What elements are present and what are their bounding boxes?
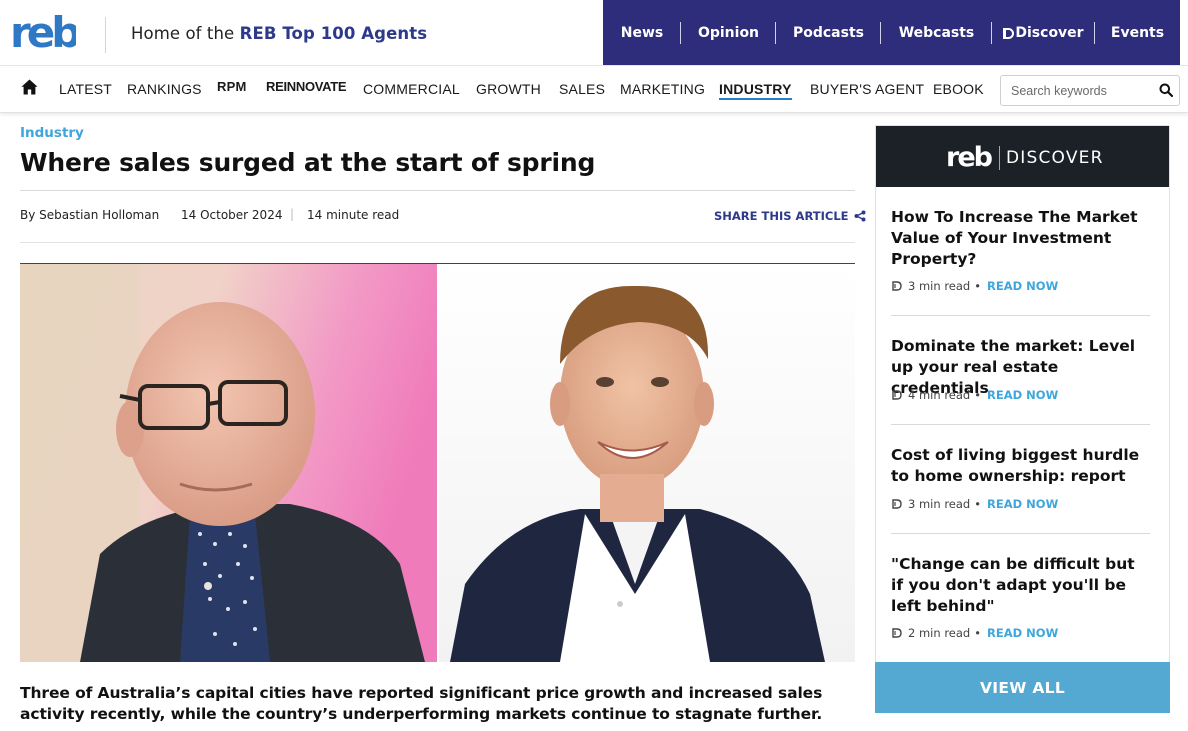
discover-d-icon <box>892 628 902 638</box>
top-nav: News Opinion Podcasts Webcasts Discover … <box>603 0 1180 65</box>
nav-sales[interactable]: SALES <box>559 81 605 97</box>
nav-commercial[interactable]: COMMERCIAL <box>363 81 460 97</box>
article-read-time: 14 minute read <box>307 208 400 222</box>
portrait-right <box>438 264 855 662</box>
article-date: 14 October 2024 <box>181 208 283 222</box>
article-hero-image <box>20 264 855 662</box>
sidebar-divider <box>891 315 1150 316</box>
article-lede: Three of Australia’s capital cities have… <box>20 684 823 723</box>
article-title: Where sales surged at the start of sprin… <box>20 148 596 177</box>
share-article-button[interactable]: SHARE THIS ARTICLE <box>714 209 866 223</box>
discover-item: Dominate the market: Level up your real … <box>891 336 1151 402</box>
nav-reinnovate[interactable]: REINNOVATE <box>266 79 347 94</box>
discover-sidebar: reb DISCOVER How To Increase The Market … <box>875 125 1170 713</box>
meta-separator: | <box>290 207 295 221</box>
discover-d-icon <box>892 281 902 291</box>
top-nav-discover[interactable]: Discover <box>992 21 1095 44</box>
reb-discover-logo: reb DISCOVER <box>946 142 1104 173</box>
share-icon <box>854 210 866 222</box>
svg-text:reb: reb <box>10 13 76 55</box>
article-byline[interactable]: By Sebastian Holloman <box>20 208 159 222</box>
search-input[interactable] <box>1001 76 1151 105</box>
top-nav-opinion[interactable]: Opinion <box>681 21 776 44</box>
discover-header[interactable]: reb DISCOVER <box>876 126 1169 187</box>
nav-buyers-agent[interactable]: BUYER'S AGENT <box>810 81 924 97</box>
discover-item: Cost of living biggest hurdle to home ow… <box>891 445 1151 511</box>
sidebar-divider <box>891 533 1150 534</box>
top-nav-webcasts[interactable]: Webcasts <box>881 21 992 44</box>
portrait-left <box>20 264 438 662</box>
nav-ebook[interactable]: EBOOK <box>933 81 984 97</box>
nav-industry[interactable]: INDUSTRY <box>719 81 792 100</box>
reb-logo[interactable]: reb <box>10 13 76 55</box>
discover-item-title[interactable]: "Change can be difficult but if you don'… <box>891 554 1151 617</box>
nav-rpm[interactable]: RPM <box>217 79 247 94</box>
article-category[interactable]: Industry <box>20 125 84 141</box>
read-now-link[interactable]: READ NOW <box>987 626 1058 640</box>
search-icon[interactable] <box>1159 83 1173 97</box>
discover-item-meta: 4 min read • READ NOW <box>892 388 1058 402</box>
search-box <box>1000 75 1180 106</box>
tagline-highlight[interactable]: REB Top 100 Agents <box>240 24 427 43</box>
discover-icon <box>1003 28 1015 39</box>
sidebar-divider <box>891 424 1150 425</box>
nav-marketing[interactable]: MARKETING <box>620 81 705 97</box>
site-header: reb Home of the REB Top 100 Agents News … <box>0 0 1188 65</box>
discover-d-icon <box>892 390 902 400</box>
read-now-link[interactable]: READ NOW <box>987 279 1058 293</box>
discover-item-meta: 2 min read • READ NOW <box>892 626 1058 640</box>
view-all-button[interactable]: VIEW ALL <box>875 662 1170 713</box>
discover-item: "Change can be difficult but if you don'… <box>891 554 1151 640</box>
discover-item-title[interactable]: Cost of living biggest hurdle to home ow… <box>891 445 1151 487</box>
nav-latest[interactable]: LATEST <box>59 81 112 97</box>
title-divider <box>20 190 855 191</box>
top-nav-podcasts[interactable]: Podcasts <box>776 21 881 44</box>
meta-divider <box>20 242 855 243</box>
nav-growth[interactable]: GROWTH <box>476 81 541 97</box>
read-now-link[interactable]: READ NOW <box>987 497 1058 511</box>
discover-item-meta: 3 min read • READ NOW <box>892 497 1058 511</box>
site-tagline: Home of the REB Top 100 Agents <box>131 24 428 43</box>
header-divider <box>105 17 106 53</box>
discover-item: How To Increase The Market Value of Your… <box>891 207 1151 293</box>
discover-d-icon <box>892 499 902 509</box>
nav-rankings[interactable]: RANKINGS <box>127 81 202 97</box>
section-nav: LATEST RANKINGS RPM REINNOVATE COMMERCIA… <box>0 65 1188 113</box>
home-icon[interactable] <box>21 79 38 95</box>
read-now-link[interactable]: READ NOW <box>987 388 1058 402</box>
top-nav-events[interactable]: Events <box>1095 22 1180 44</box>
discover-item-title[interactable]: How To Increase The Market Value of Your… <box>891 207 1151 270</box>
discover-item-meta: 3 min read • READ NOW <box>892 279 1058 293</box>
top-nav-news[interactable]: News <box>603 21 681 44</box>
